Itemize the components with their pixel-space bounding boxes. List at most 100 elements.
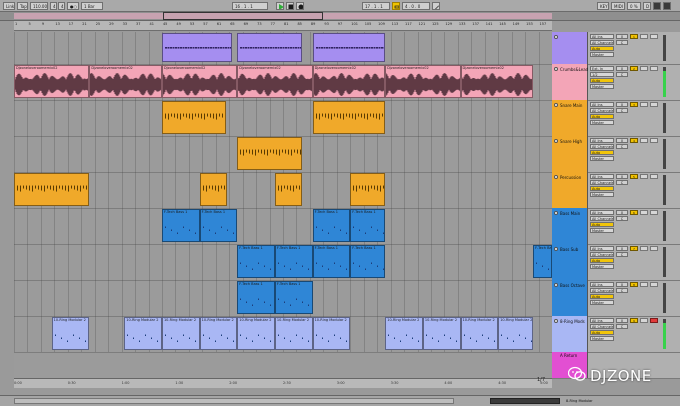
output-select[interactable]: Master [590, 84, 614, 89]
arrangement-position[interactable]: 16 . 1 . 1 [232, 2, 268, 10]
midi-map-button[interactable]: MIDI [611, 2, 625, 10]
channel-select[interactable]: All Channels [590, 180, 614, 185]
metronome-button[interactable]: ●○ [67, 2, 79, 10]
arm-button[interactable] [650, 102, 658, 107]
track-fold-icon[interactable] [554, 35, 558, 39]
pan-field[interactable]: C [616, 108, 628, 113]
output-select[interactable]: Master [590, 120, 614, 125]
arm-button[interactable] [650, 34, 658, 39]
clip[interactable]: F-Tech Bass 1 [274, 281, 313, 314]
arm-button[interactable] [650, 210, 658, 215]
pan-field[interactable]: C [616, 180, 628, 185]
track-lane[interactable]: F-Tech Bass 1 F-Tech Bass 1 F-Tech Bass 1F… [14, 208, 552, 245]
track-fold-icon[interactable] [554, 175, 558, 179]
clip[interactable]: 10-Ring Modular 2 [385, 317, 423, 350]
horizontal-scrollbar[interactable] [14, 398, 454, 404]
arrangement-tracks[interactable]: Djzoneloveroomemix02 Djzoneloveroomemix02… [14, 32, 552, 378]
time-ruler[interactable]: 0:00 0:30 1:00 1:30 2:00 2:30 3:00 3:30 4:00 4:30… [14, 378, 552, 388]
solo-button[interactable] [640, 318, 648, 323]
pan-field[interactable]: C [616, 72, 628, 77]
input-select[interactable]: All Ins [590, 102, 614, 107]
clip[interactable]: F-Tech Bass 1 [533, 245, 552, 278]
clip[interactable]: 10-Ring Modular 2 [161, 317, 200, 350]
input-select[interactable]: All Ins [590, 282, 614, 287]
key-map-button[interactable]: KEY [597, 2, 609, 10]
track-title-bar[interactable]: 8-Ring Mods [552, 316, 588, 352]
track-lane[interactable] [14, 32, 552, 65]
pan-field[interactable]: C [616, 288, 628, 293]
pan-field[interactable]: C [616, 40, 628, 45]
track-fold-icon[interactable] [554, 247, 558, 251]
clip[interactable]: F-Tech Bass 1 [350, 209, 386, 242]
solo-button[interactable] [640, 210, 648, 215]
clip[interactable]: F-Tech Bass 1 [237, 245, 275, 278]
channel-select[interactable]: 1/2 [590, 72, 614, 77]
track-header[interactable]: Snare High All Ins All Channels Auto Master 0… [552, 136, 680, 173]
input-select[interactable]: All Ins [590, 34, 614, 39]
play-button[interactable] [276, 2, 284, 10]
channel-select[interactable]: All Channels [590, 144, 614, 149]
pan-field[interactable]: C [616, 324, 628, 329]
output-select[interactable]: Master [590, 300, 614, 305]
track-lane[interactable]: F-Tech Bass 1 F-Tech Bass 1 F-Tech Bass 1F… [14, 244, 552, 281]
channel-select[interactable]: All Channels [590, 108, 614, 113]
clip[interactable]: F-Tech Bass 1 [237, 281, 275, 314]
output-select[interactable]: Master [590, 228, 614, 233]
monitor-select[interactable]: Auto [590, 186, 614, 191]
clip[interactable]: Djzoneloveroomemix02 [460, 65, 534, 98]
clip[interactable]: 10-Ring Modular 2 [274, 317, 313, 350]
track-header[interactable]: All Ins All Channels Auto Master 0 C 1 [552, 32, 680, 65]
track-title-bar[interactable]: Snare Main [552, 100, 588, 136]
track-activator-button[interactable]: 9 [630, 318, 638, 323]
overview-viewport[interactable] [163, 12, 323, 20]
clip[interactable]: F-Tech Bass 1 [312, 209, 351, 242]
volume-field[interactable]: 0 [616, 174, 628, 179]
track-activator-button[interactable]: 5 [630, 174, 638, 179]
volume-field[interactable]: 0 [616, 34, 628, 39]
arm-button[interactable] [650, 246, 658, 251]
input-select[interactable]: All Ins [590, 138, 614, 143]
track-lane[interactable] [14, 136, 552, 173]
volume-field[interactable]: 0 [616, 210, 628, 215]
channel-select[interactable]: All Channels [590, 288, 614, 293]
track-title-bar[interactable] [552, 32, 588, 64]
monitor-select[interactable]: Auto [590, 330, 614, 335]
loop-length-field[interactable]: 4 . 0 . 0 [402, 2, 430, 10]
loop-button[interactable] [392, 2, 400, 10]
clip[interactable] [312, 101, 386, 134]
track-title-bar[interactable]: Bass Octave [552, 280, 588, 316]
volume-field[interactable]: 0 [616, 102, 628, 107]
input-select[interactable]: All Ins [590, 174, 614, 179]
solo-button[interactable] [640, 282, 648, 287]
clip[interactable] [14, 173, 90, 206]
track-activator-button[interactable]: 3 [630, 102, 638, 107]
track-title-bar[interactable]: Bass Main [552, 208, 588, 244]
clip[interactable] [237, 137, 302, 170]
clip[interactable]: 10-Ring Modular 2 [312, 317, 351, 350]
arm-button[interactable] [650, 174, 658, 179]
clip[interactable]: F-Tech Bass 1 [312, 245, 351, 278]
track-header[interactable]: Percussion All Ins All Channels Auto Master 0… [552, 172, 680, 209]
link-button[interactable]: Link [3, 2, 15, 10]
clip[interactable] [274, 173, 302, 206]
pan-field[interactable]: C [616, 216, 628, 221]
input-select[interactable]: Ext. In [590, 66, 614, 71]
clip[interactable]: F-Tech Bass 1 [199, 209, 238, 242]
track-fold-icon[interactable] [554, 67, 558, 71]
clip[interactable] [350, 173, 386, 206]
monitor-select[interactable]: Auto [590, 114, 614, 119]
clip[interactable]: 10-Ring Modular 2 [422, 317, 461, 350]
monitor-select[interactable]: Auto [590, 222, 614, 227]
beat-ruler[interactable]: 1 5 9 13 17 21 25 29 33 37 41 45 49 53 57 61 65 69 73 77 81 8… [14, 21, 552, 31]
loop-start-field[interactable]: 17 . 1 . 1 [362, 2, 390, 10]
track-fold-icon[interactable] [554, 211, 558, 215]
channel-select[interactable]: All Channels [590, 324, 614, 329]
output-select[interactable]: Master [590, 336, 614, 341]
monitor-select[interactable]: Auto [590, 46, 614, 51]
clip[interactable]: 10-Ring Modular 2 [460, 317, 499, 350]
track-activator-button[interactable]: 8 [630, 282, 638, 287]
arm-button[interactable] [650, 282, 658, 287]
pan-field[interactable]: C [616, 144, 628, 149]
input-select[interactable]: All Ins [590, 318, 614, 323]
output-select[interactable]: Master [590, 192, 614, 197]
